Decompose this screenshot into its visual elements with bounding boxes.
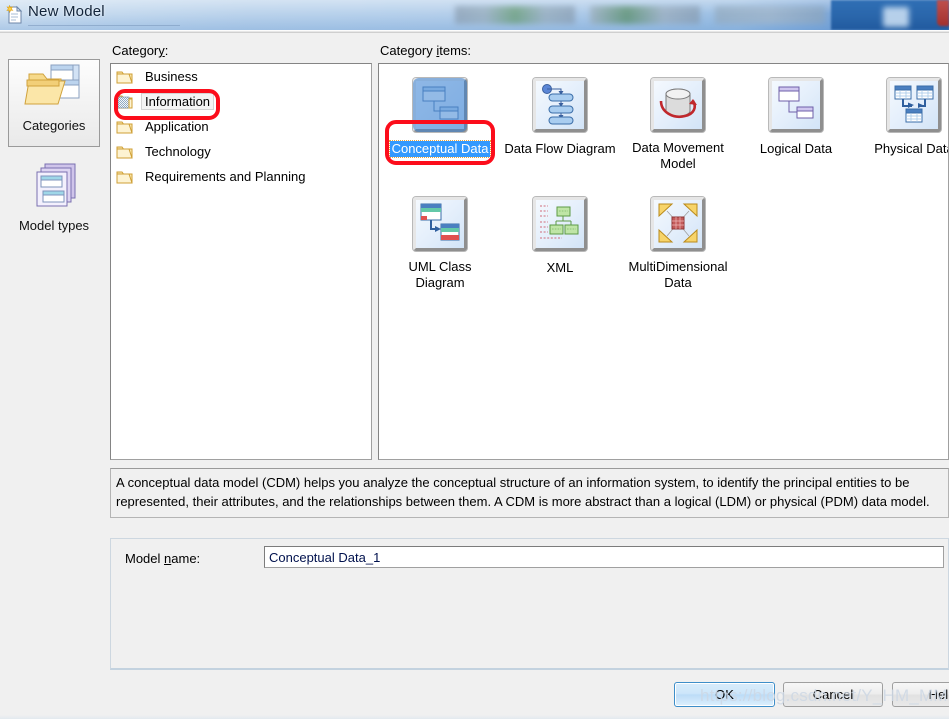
folder-open-icon <box>116 94 133 109</box>
titlebar-title-underline <box>28 25 180 26</box>
uml-class-diagram-icon <box>381 189 499 259</box>
left-rail: Categories Model types <box>0 34 108 719</box>
category-item-label: Data Movement Model <box>632 140 724 171</box>
category-label: Category: <box>112 43 169 58</box>
titlebar-blurred-background-1 <box>455 6 575 24</box>
folder-icon <box>116 144 133 159</box>
model-name-label: Model name: <box>125 551 201 566</box>
rail-button-label: Categories <box>22 118 86 133</box>
titlebar-blurred-background-3 <box>715 6 825 24</box>
folder-documents-icon <box>9 60 99 118</box>
category-list-item-label: Requirements and Planning <box>145 169 306 184</box>
rail-button-label: Model types <box>18 218 90 233</box>
titlebar-blurred-background-2 <box>590 6 700 24</box>
category-list-item-label: Application <box>145 119 209 134</box>
rail-button-categories[interactable]: Categories <box>8 59 100 147</box>
category-list[interactable]: Business Information Application Technol… <box>110 63 372 460</box>
category-list-item-application[interactable]: Application <box>111 114 371 139</box>
category-list-item-label: Information <box>141 93 215 110</box>
dialog-bottom-edge <box>0 715 949 719</box>
category-list-item-requirements-and-planning[interactable]: Requirements and Planning <box>111 164 371 189</box>
category-item-label: Data Flow Diagram <box>504 141 616 156</box>
titlebar-separator <box>0 30 949 33</box>
rail-button-model-types[interactable]: Model types <box>8 159 100 247</box>
category-item-multidimensional-data[interactable]: MultiDimensional Data <box>619 189 737 292</box>
ok-button[interactable]: OK <box>674 682 775 707</box>
category-list-item-information[interactable]: Information <box>111 89 371 114</box>
category-item-label: Conceptual Data <box>388 140 492 158</box>
category-item-label: UML Class Diagram <box>408 259 472 290</box>
folder-icon <box>116 69 133 84</box>
category-item-conceptual-data[interactable]: Conceptual Data <box>381 70 499 158</box>
folder-icon <box>116 119 133 134</box>
help-button[interactable]: Help <box>892 682 949 707</box>
xml-icon <box>501 189 619 259</box>
close-icon[interactable] <box>937 0 949 26</box>
category-item-label: Logical Data <box>759 141 833 156</box>
cancel-button[interactable]: Cancel <box>783 682 883 707</box>
category-item-xml[interactable]: XML <box>501 189 619 277</box>
category-list-item-technology[interactable]: Technology <box>111 139 371 164</box>
model-name-group: Model name: <box>110 538 949 670</box>
titlebar-blurred-document-icon <box>883 7 909 27</box>
multidimensional-data-icon <box>619 189 737 259</box>
category-items-panel[interactable]: Conceptual Data Data Flow Diagram Data M… <box>378 63 949 460</box>
category-items-label: Category items: <box>380 43 472 58</box>
category-item-label: Physical Data <box>874 141 949 156</box>
data-movement-model-icon <box>619 70 737 140</box>
model-description: A conceptual data model (CDM) helps you … <box>110 468 949 518</box>
category-item-data-movement-model[interactable]: Data Movement Model <box>619 70 737 173</box>
window-title-bar[interactable]: New Model <box>0 0 949 30</box>
window-title: New Model <box>28 3 105 20</box>
category-item-data-flow-diagram[interactable]: Data Flow Diagram <box>501 70 619 158</box>
logical-data-icon <box>737 70 855 140</box>
new-document-icon <box>6 4 24 25</box>
category-item-logical-data[interactable]: Logical Data <box>737 70 855 158</box>
physical-data-icon <box>855 70 948 140</box>
model-name-input[interactable] <box>264 546 944 568</box>
data-flow-diagram-icon <box>501 70 619 140</box>
folder-icon <box>116 169 133 184</box>
category-item-uml-class-diagram[interactable]: UML Class Diagram <box>381 189 499 292</box>
category-list-item-label: Technology <box>145 144 211 159</box>
category-item-label: MultiDimensional Data <box>628 259 728 290</box>
category-item-label: XML <box>546 260 574 275</box>
category-item-physical-data[interactable]: Physical Data <box>855 70 949 158</box>
stacked-models-icon <box>9 160 99 218</box>
category-list-item-label: Business <box>145 69 198 84</box>
conceptual-data-icon <box>381 70 499 140</box>
category-list-item-business[interactable]: Business <box>111 64 371 89</box>
